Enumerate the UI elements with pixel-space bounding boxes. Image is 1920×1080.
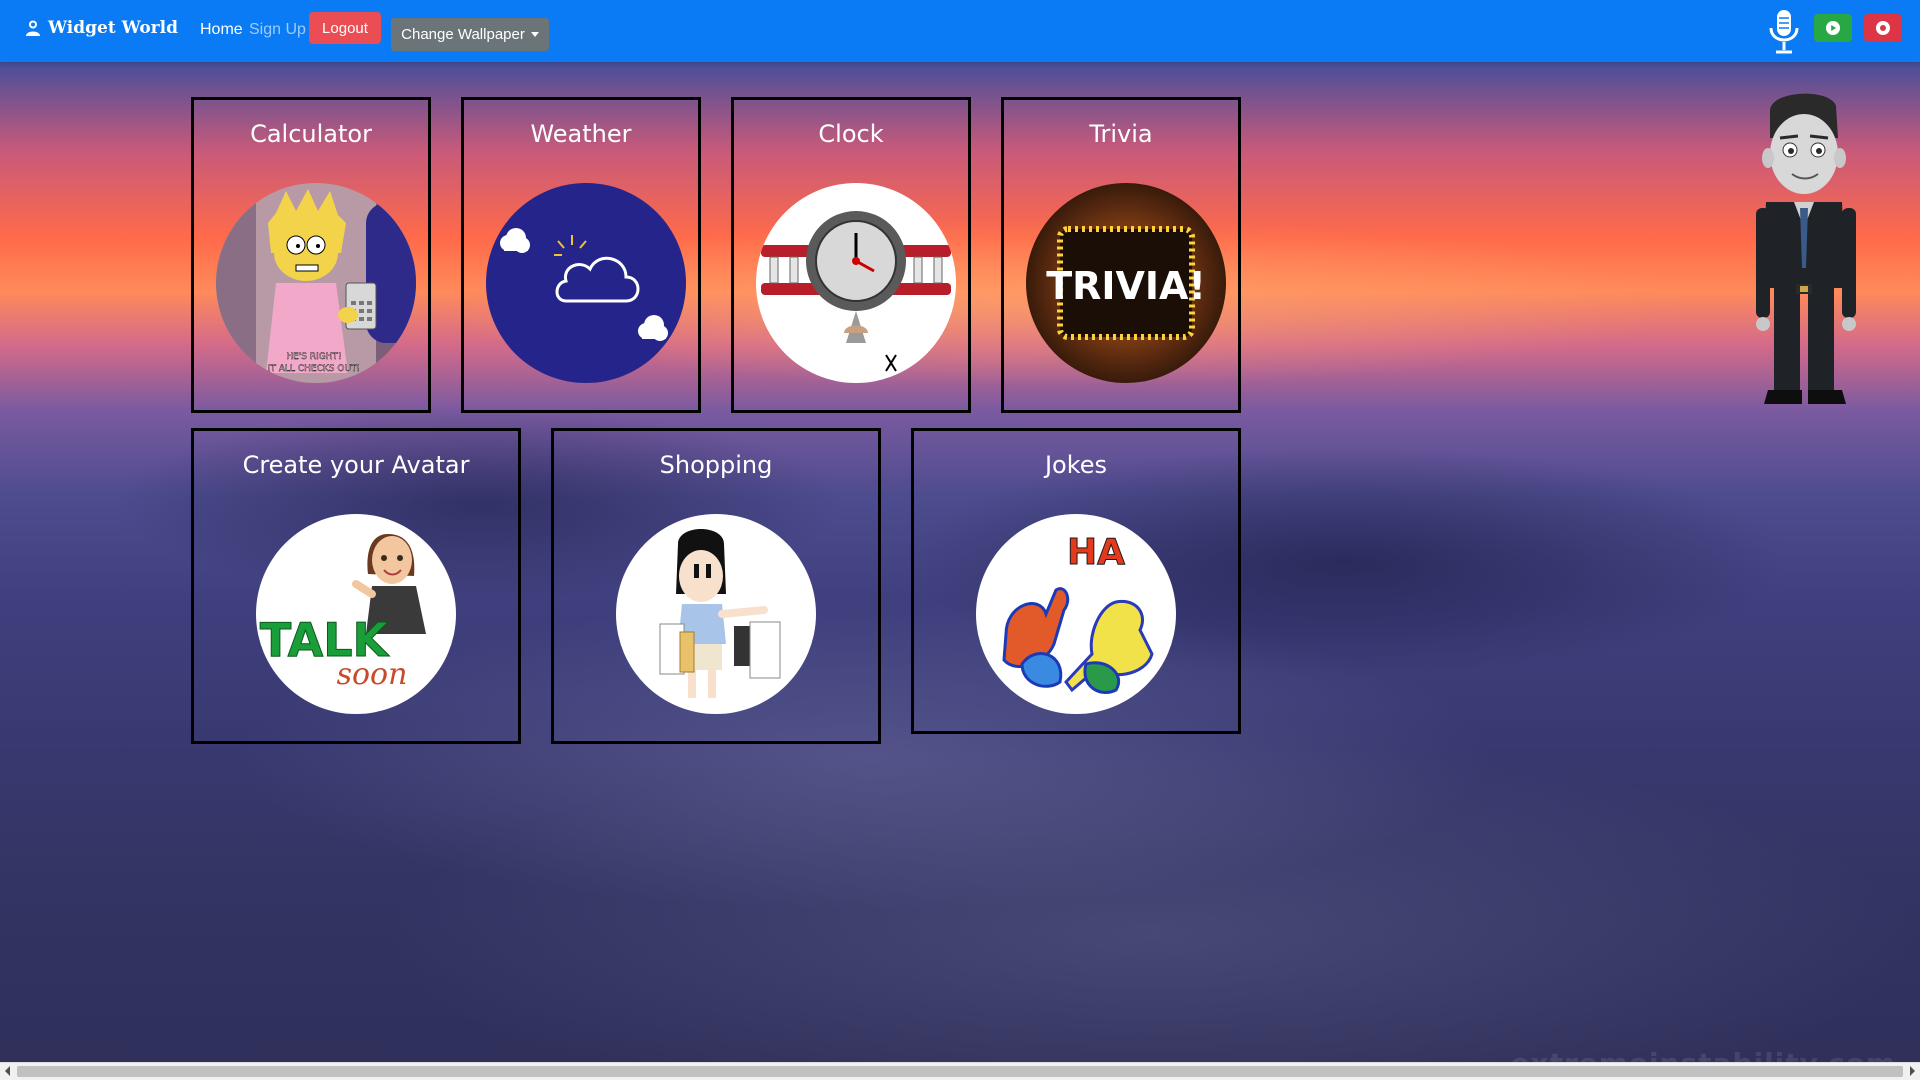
change-wallpaper-label: Change Wallpaper: [401, 26, 525, 43]
standing-man-avatar-image[interactable]: [1750, 88, 1862, 408]
widget-title: Jokes: [1044, 451, 1108, 479]
widget-card-create-avatar[interactable]: Create your Avatar TALK soon: [191, 428, 521, 744]
widget-title: Weather: [530, 120, 632, 148]
widget-card-clock[interactable]: Clock: [731, 97, 971, 413]
airplane-clock-image: [756, 183, 956, 383]
scrollbar-thumb[interactable]: [17, 1066, 1903, 1077]
weather-cloud-image: [486, 183, 686, 383]
caption-line-2: IT ALL CHECKS OUT!: [268, 364, 360, 374]
user-icon: [26, 20, 40, 36]
laughing-figures-image: HA: [976, 514, 1176, 714]
trivia-image-text: TRIVIA!: [1046, 264, 1206, 308]
widget-title: Trivia: [1089, 120, 1153, 148]
widget-card-calculator[interactable]: Calculator HE'S RIGHT! IT ALL CHECKS OUT…: [191, 97, 431, 413]
clock-widget-image[interactable]: [756, 183, 956, 383]
shopping-widget-image[interactable]: [616, 514, 816, 714]
widget-card-weather[interactable]: Weather: [461, 97, 701, 413]
trivia-widget-image[interactable]: TRIVIA!: [1026, 183, 1226, 383]
play-icon: [1826, 21, 1840, 35]
weather-widget-image[interactable]: [486, 183, 686, 383]
ha-image-text: HA: [1067, 532, 1125, 573]
widget-title: Create your Avatar: [242, 451, 470, 479]
horizontal-scrollbar[interactable]: [0, 1062, 1920, 1080]
scroll-right-arrow-icon[interactable]: [1910, 1066, 1915, 1076]
caption-line-1: HE'S RIGHT!: [286, 352, 341, 362]
record-button[interactable]: [1864, 14, 1902, 42]
nav-signup-link[interactable]: Sign Up: [249, 21, 306, 39]
change-wallpaper-dropdown[interactable]: Change Wallpaper: [391, 18, 549, 51]
widget-card-trivia[interactable]: Trivia TRIVIA!: [1001, 97, 1241, 413]
nav-home-link[interactable]: Home: [200, 21, 243, 39]
widget-card-shopping[interactable]: Shopping: [551, 428, 881, 744]
caret-down-icon: [530, 32, 539, 37]
talk-soon-avatar-image: TALK soon: [256, 514, 456, 714]
brand-link[interactable]: Widget World: [24, 18, 178, 38]
trivia-marquee-image: TRIVIA!: [1026, 183, 1226, 383]
calculator-widget-image[interactable]: HE'S RIGHT! IT ALL CHECKS OUT!: [216, 183, 416, 383]
widget-title: Calculator: [250, 120, 372, 148]
logout-button[interactable]: Logout: [309, 12, 381, 44]
soon-image-text: soon: [337, 657, 408, 692]
scroll-left-arrow-icon[interactable]: [5, 1066, 10, 1076]
shopping-girl-image: [616, 514, 816, 714]
widget-card-jokes[interactable]: Jokes HA: [911, 428, 1241, 734]
widget-title: Clock: [818, 120, 884, 148]
record-icon: [1876, 21, 1890, 35]
microphone-icon[interactable]: [1766, 8, 1802, 56]
widget-title: Shopping: [659, 451, 773, 479]
create-avatar-widget-image[interactable]: TALK soon: [256, 514, 456, 714]
brand-label: Widget World: [48, 18, 178, 38]
cartoon-girl-with-calculator-image: HE'S RIGHT! IT ALL CHECKS OUT!: [216, 183, 416, 383]
play-button[interactable]: [1814, 14, 1852, 42]
navbar: Widget World Home Sign Up Logout Change …: [0, 0, 1920, 62]
jokes-widget-image[interactable]: HA: [976, 514, 1176, 714]
